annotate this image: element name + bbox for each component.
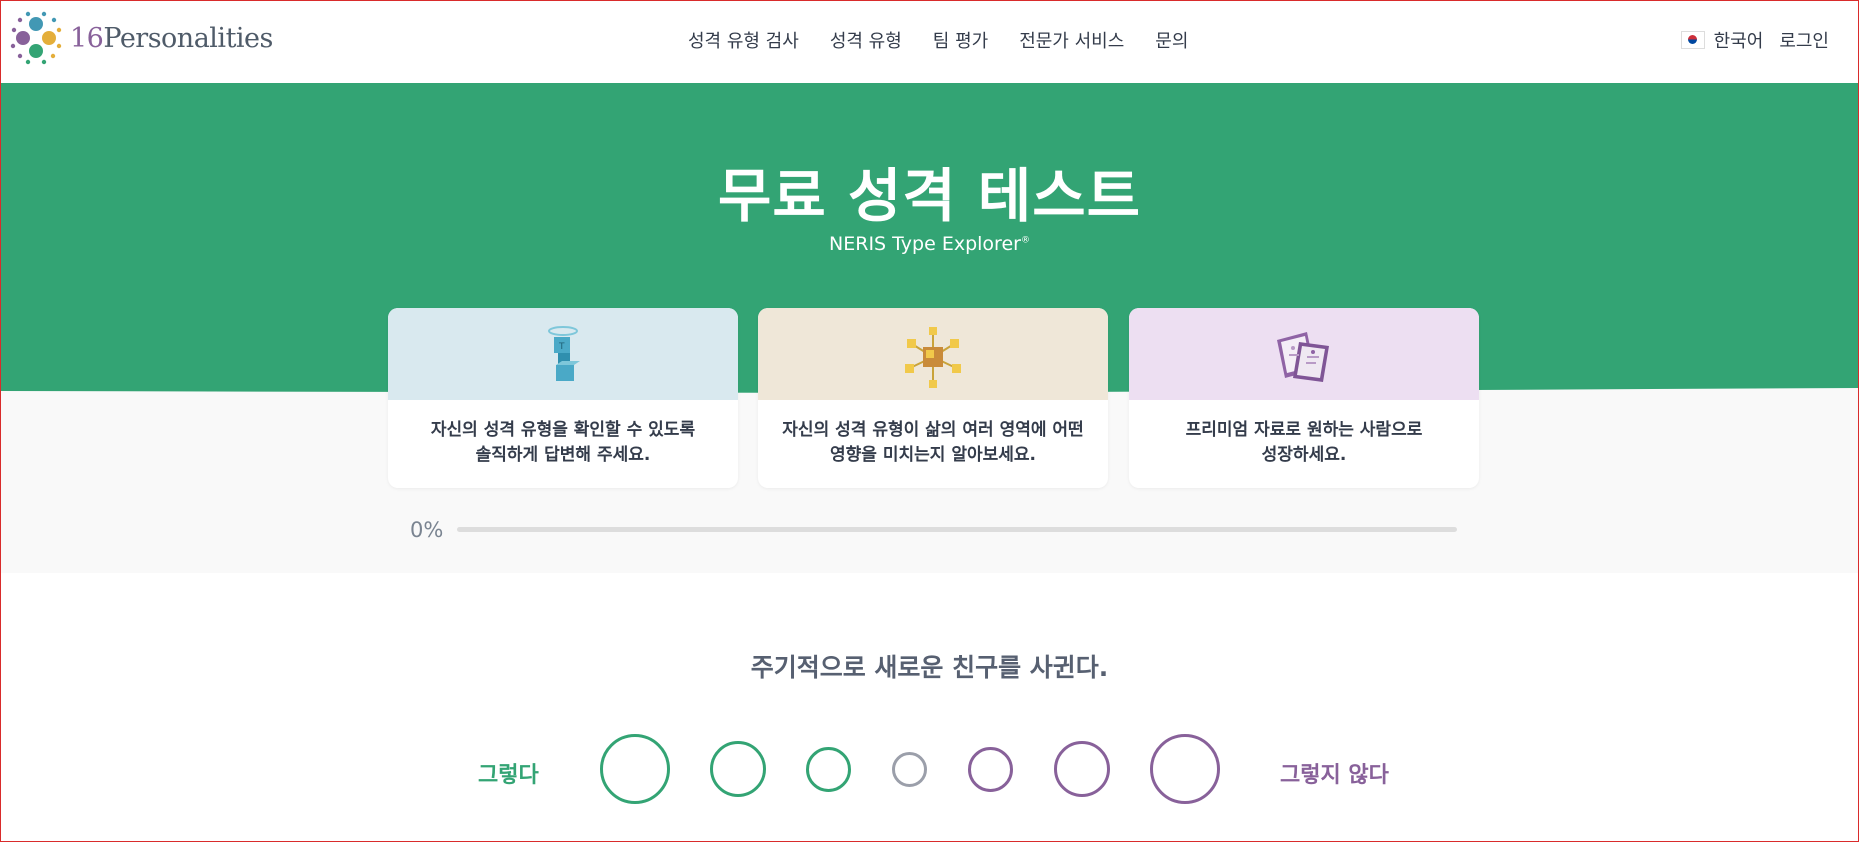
nav-contact[interactable]: 문의 bbox=[1155, 27, 1188, 53]
card-text-line: 프리미엄 자료로 원하는 사람으로 bbox=[1185, 420, 1423, 440]
card-text-line: 자신의 성격 유형이 삶의 여러 영역에 어떤 bbox=[782, 420, 1084, 440]
info-card-premium: 프리미엄 자료로 원하는 사람으로 성장하세요. bbox=[1129, 308, 1479, 488]
header-actions: 한국어 로그인 bbox=[1680, 27, 1829, 53]
card-text-line: 성장하세요. bbox=[1261, 445, 1347, 465]
login-link[interactable]: 로그인 bbox=[1779, 27, 1829, 53]
svg-text:T: T bbox=[558, 342, 565, 352]
page-subtitle: NERIS Type Explorer® bbox=[829, 233, 1030, 255]
main-nav: 성격 유형 검사 성격 유형 팀 평가 전문가 서비스 문의 bbox=[688, 27, 1219, 53]
info-card-answer-honestly: T 자신의 성격 유형을 확인할 수 있도록 솔직하게 답변해 주세요. bbox=[388, 308, 738, 488]
answer-option-strongly-disagree[interactable] bbox=[1150, 734, 1220, 804]
answer-option-agree[interactable] bbox=[710, 741, 766, 797]
info-card-life-impact: 자신의 성격 유형이 삶의 여러 영역에 어떤 영향을 미치는지 알아보세요. bbox=[758, 308, 1108, 488]
korea-flag-icon[interactable] bbox=[1680, 31, 1705, 49]
agree-label: 그렇다 bbox=[478, 763, 539, 788]
network-cubes-icon bbox=[905, 327, 961, 388]
answer-option-slightly-disagree[interactable] bbox=[968, 747, 1013, 792]
logo-icon bbox=[10, 11, 62, 65]
logo[interactable]: 16Personalities bbox=[8, 10, 273, 66]
progress-percent: 0% bbox=[410, 518, 444, 542]
language-selector[interactable]: 한국어 bbox=[1714, 27, 1764, 53]
site-header: 16Personalities 성격 유형 검사 성격 유형 팀 평가 전문가 … bbox=[0, 0, 1859, 83]
logo-wordmark: 16Personalities bbox=[70, 22, 273, 54]
answer-option-strongly-agree[interactable] bbox=[600, 734, 670, 804]
answer-option-disagree[interactable] bbox=[1054, 741, 1110, 797]
premium-cards-icon bbox=[1277, 332, 1329, 382]
question-text: 주기적으로 새로운 친구를 사귄다. bbox=[750, 653, 1109, 682]
nav-personality-test[interactable]: 성격 유형 검사 bbox=[688, 27, 799, 53]
answer-scale: 그렇다 그렇지 않다 bbox=[0, 734, 1859, 804]
disagree-label: 그렇지 않다 bbox=[1280, 763, 1389, 788]
nav-team-assessment[interactable]: 팀 평가 bbox=[933, 27, 988, 53]
answer-option-slightly-agree[interactable] bbox=[806, 747, 851, 792]
nav-personality-types[interactable]: 성격 유형 bbox=[830, 27, 902, 53]
progress-bar bbox=[457, 527, 1457, 532]
nav-expert-services[interactable]: 전문가 서비스 bbox=[1019, 27, 1124, 53]
page-title: 무료 성격 테스트 bbox=[718, 162, 1141, 230]
card-text-line: 자신의 성격 유형을 확인할 수 있도록 bbox=[430, 420, 696, 440]
cube-figure-icon: T bbox=[548, 326, 580, 381]
card-text-line: 솔직하게 답변해 주세요. bbox=[475, 445, 651, 465]
hero-section: 무료 성격 테스트 NERIS Type Explorer® T 자신의 성격 … bbox=[0, 83, 1859, 573]
answer-option-neutral[interactable] bbox=[892, 752, 927, 787]
card-text-line: 영향을 미치는지 알아보세요. bbox=[830, 445, 1036, 465]
